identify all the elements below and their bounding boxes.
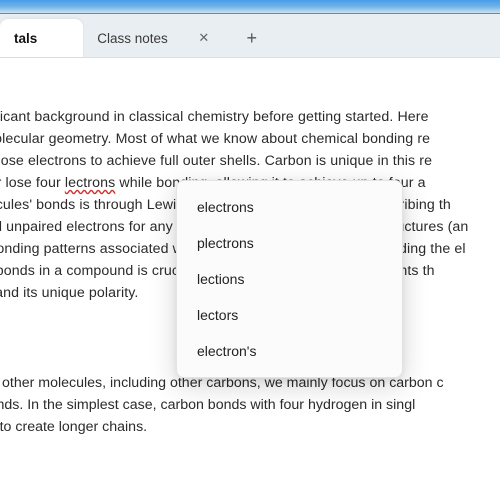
text-line: ns either gain or lose electrons to achi… [0,153,432,169]
text-line: can either gain or lose four [0,175,65,191]
tab-label: tals [14,31,37,46]
window-titlebar [0,0,500,14]
paragraph: o four bonds with other molecules, inclu… [0,372,500,438]
text-line: tructures, and molecular geometry. Most … [0,131,430,147]
tab-active[interactable]: tals [0,19,83,57]
new-tab-button[interactable]: + [236,22,268,54]
close-icon[interactable]: ✕ [196,30,212,46]
text-line: possible compounds. In the simplest case… [0,397,415,413]
tab-label: Class notes [97,31,168,46]
tab-strip: tals Class notes ✕ + [0,14,500,58]
spellcheck-suggestion[interactable]: lections [177,261,402,297]
text-line: ith other carbons to create longer chain… [0,419,147,435]
text-line: gle of its bonds, and its unique polarit… [0,285,138,301]
spellcheck-suggestion[interactable]: plectrons [177,225,402,261]
spellcheck-suggestion[interactable]: lectors [177,297,402,333]
misspelled-word[interactable]: lectrons [65,175,115,191]
text-line: try requires significant background in c… [0,109,429,125]
tab-class-notes[interactable]: Class notes ✕ [83,19,230,57]
spellcheck-suggestion[interactable]: electron's [177,333,402,369]
spellcheck-suggestion[interactable]: electrons [177,189,402,225]
spellcheck-menu: electrons plectrons lections lectors ele… [176,180,403,378]
